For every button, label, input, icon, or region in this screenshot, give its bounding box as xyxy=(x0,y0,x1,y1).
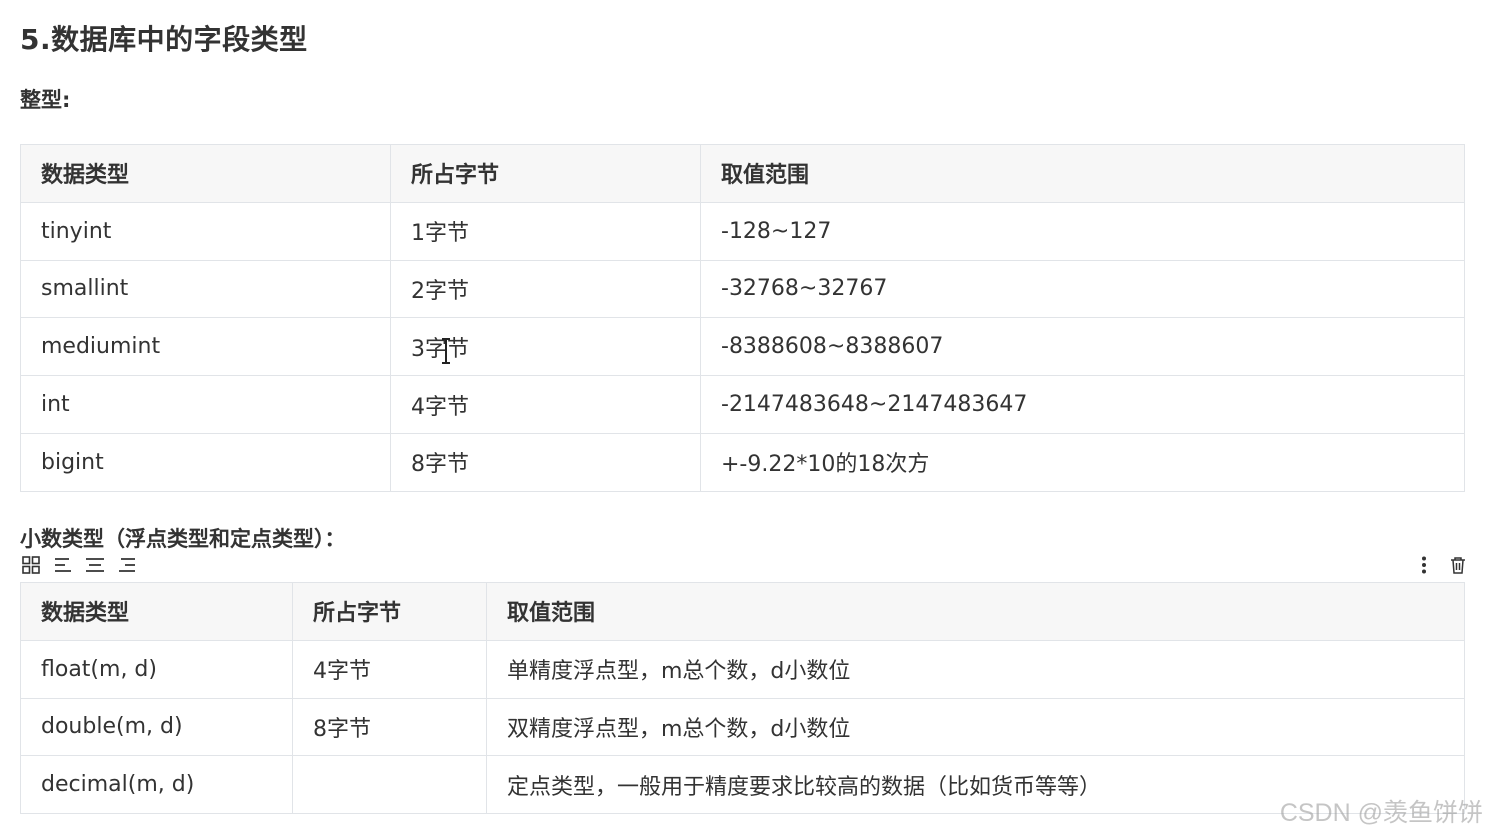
column-header[interactable]: 所占字节 xyxy=(292,582,487,641)
table-cell[interactable]: smallint xyxy=(20,259,391,319)
column-header[interactable]: 取值范围 xyxy=(700,144,1465,203)
more-vertical-icon[interactable] xyxy=(1413,554,1435,576)
table-cell[interactable]: 8字节 xyxy=(390,432,701,492)
table-cell[interactable]: double(m, d) xyxy=(20,697,293,757)
table-row: decimal(m, d) 定点类型，一般用于精度要求比较高的数据（比如货币等等… xyxy=(20,755,1465,815)
table-cell[interactable]: -128~127 xyxy=(700,201,1465,261)
table-cell[interactable]: 双精度浮点型，m总个数，d小数位 xyxy=(486,697,1465,757)
table-cell[interactable]: bigint xyxy=(20,432,391,492)
table-row: tinyint 1字节 -128~127 xyxy=(20,201,1465,261)
table-cell[interactable]: mediumint xyxy=(20,317,391,377)
integer-types-table: 数据类型 所占字节 取值范围 tinyint 1字节 -128~127 smal… xyxy=(20,144,1465,492)
table-row: smallint 2字节 -32768~32767 xyxy=(20,259,1465,319)
text-cursor-icon xyxy=(442,338,450,364)
table-cell[interactable]: 2字节 xyxy=(390,259,701,319)
table-cell[interactable]: -2147483648~2147483647 xyxy=(700,375,1465,434)
table-header-row: 数据类型 所占字节 取值范围 xyxy=(20,582,1465,641)
table-cell[interactable]: 1字节 xyxy=(390,201,701,261)
table-cell[interactable]: +-9.22*10的18次方 xyxy=(700,432,1465,492)
table-cell[interactable]: int xyxy=(20,375,391,434)
table-cell[interactable]: 4字节 xyxy=(390,375,701,434)
table-cell[interactable]: -8388608~8388607 xyxy=(700,317,1465,377)
table-header-row: 数据类型 所占字节 取值范围 xyxy=(20,144,1465,203)
column-header[interactable]: 所占字节 xyxy=(390,144,701,203)
table-cell[interactable]: 8字节 xyxy=(292,697,487,757)
align-left-icon[interactable] xyxy=(52,554,74,576)
align-right-icon[interactable] xyxy=(116,554,138,576)
csdn-watermark: CSDN @羡鱼饼饼 xyxy=(1279,799,1483,827)
integer-section-heading: 整型: xyxy=(20,88,71,112)
table-row: mediumint 3字节 -8388608~8388607 xyxy=(20,317,1465,377)
table-row: double(m, d) 8字节 双精度浮点型，m总个数，d小数位 xyxy=(20,697,1465,757)
decimal-section-heading: 小数类型（浮点类型和定点类型）： xyxy=(20,527,346,551)
table-cell[interactable]: float(m, d) xyxy=(20,639,293,699)
column-header[interactable]: 数据类型 xyxy=(20,582,293,641)
decimal-types-table: 数据类型 所占字节 取值范围 float(m, d) 4字节 单精度浮点型，m总… xyxy=(20,582,1465,815)
table-cell[interactable]: 单精度浮点型，m总个数，d小数位 xyxy=(486,639,1465,699)
table-cell[interactable]: -32768~32767 xyxy=(700,259,1465,319)
table-cell[interactable]: 3字节 xyxy=(390,317,701,377)
align-center-icon[interactable] xyxy=(84,554,106,576)
table-cell[interactable]: 4字节 xyxy=(292,639,487,699)
column-header[interactable]: 数据类型 xyxy=(20,144,391,203)
page-title: 5.数据库中的字段类型 xyxy=(20,23,308,56)
grid-icon[interactable] xyxy=(20,554,42,576)
table-toolbar-right xyxy=(1413,554,1469,576)
table-cell[interactable] xyxy=(292,755,487,815)
table-row: float(m, d) 4字节 单精度浮点型，m总个数，d小数位 xyxy=(20,639,1465,699)
table-toolbar-left xyxy=(20,554,138,576)
table-cell[interactable]: tinyint xyxy=(20,201,391,261)
table-row: int 4字节 -2147483648~2147483647 xyxy=(20,375,1465,434)
column-header[interactable]: 取值范围 xyxy=(486,582,1465,641)
table-cell[interactable]: decimal(m, d) xyxy=(20,755,293,815)
table-row: bigint 8字节 +-9.22*10的18次方 xyxy=(20,432,1465,492)
trash-icon[interactable] xyxy=(1447,554,1469,576)
